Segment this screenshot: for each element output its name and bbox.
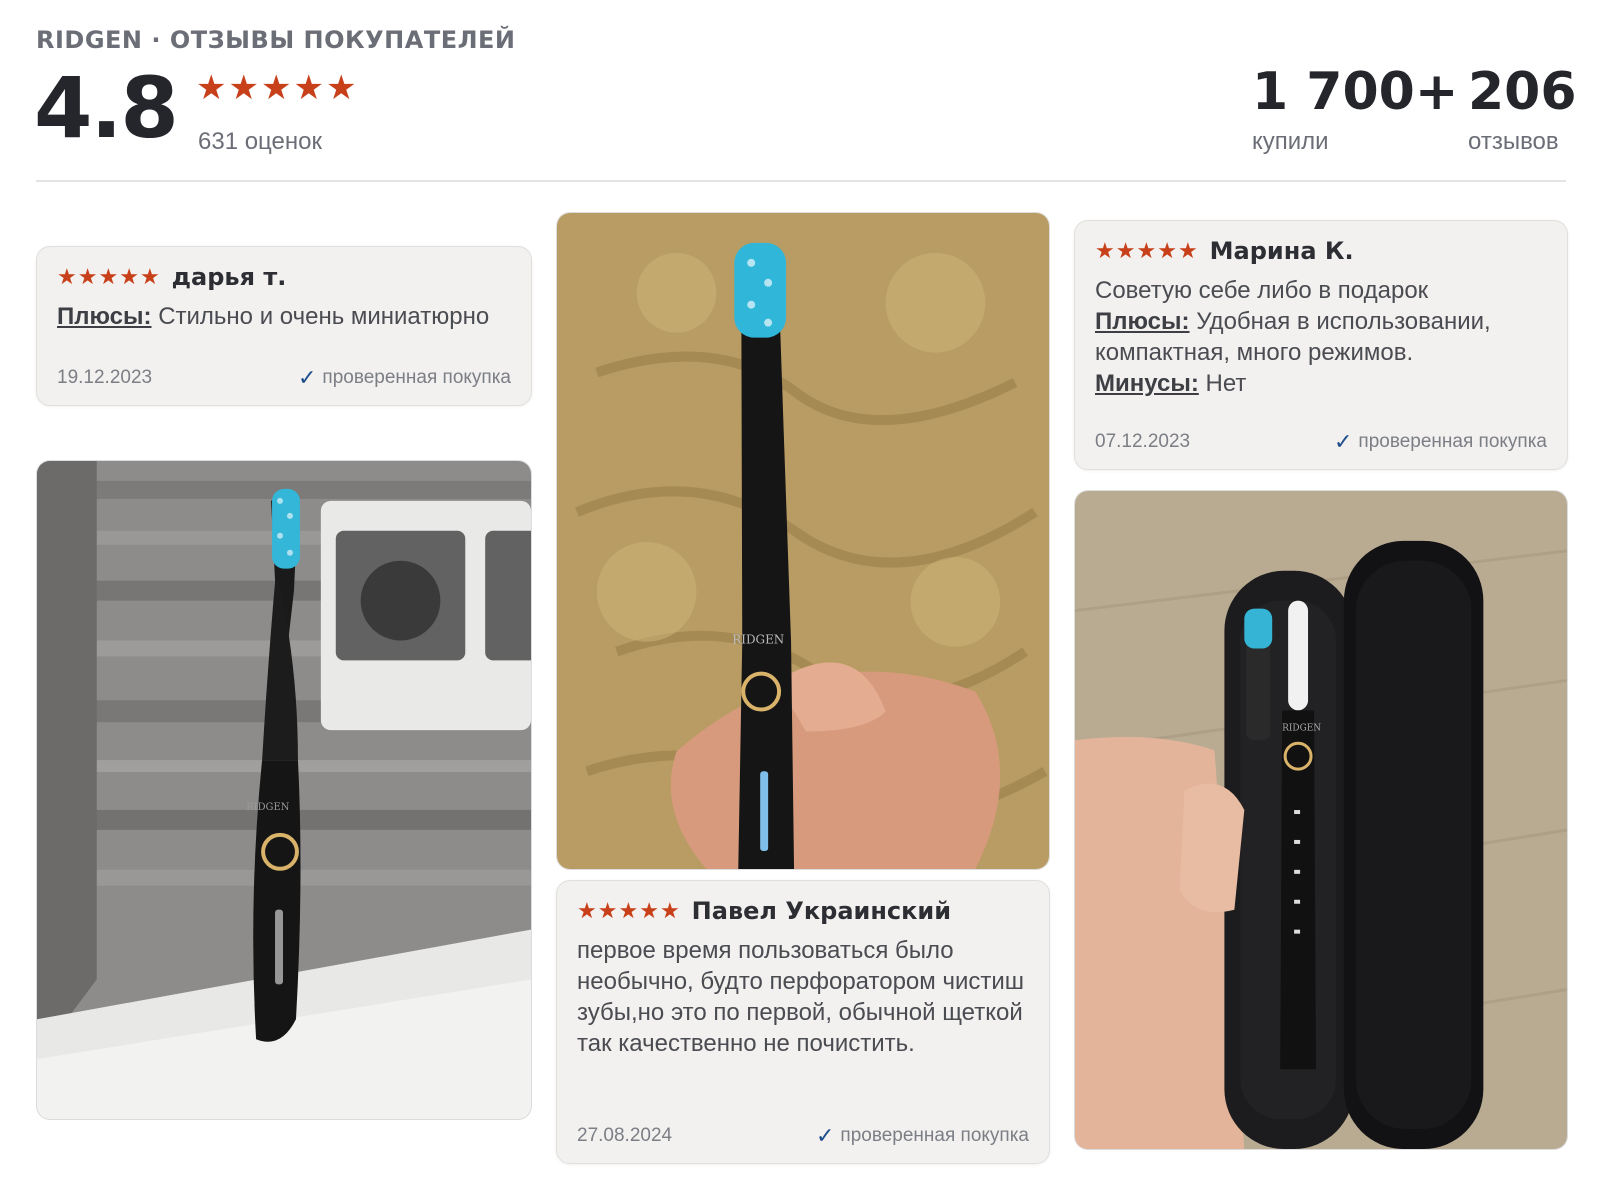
review-author: Павел Украинский: [691, 897, 952, 925]
review-card: ★ ★ ★ ★ ★ Марина К. Советую себе либо в пода…: [1074, 220, 1568, 470]
review-date: 07.12.2023: [1095, 431, 1191, 452]
star-icon: ★: [1095, 238, 1115, 263]
review-card: ★ ★ ★ ★ ★ дарья т. Плюсы: Стильно и очень ми…: [36, 246, 532, 406]
bought-label: купили: [1252, 128, 1329, 155]
star-icon: ★: [293, 69, 324, 107]
cons-text: Нет: [1205, 370, 1247, 397]
review-author: Марина К.: [1209, 237, 1354, 265]
review-card: ★ ★ ★ ★ ★ Павел Украинский первое время поль…: [556, 880, 1050, 1164]
bought-value: 1 700+: [1252, 62, 1459, 122]
star-icon: ★: [577, 898, 597, 923]
bought-stat: 1 700+ купили: [1252, 62, 1458, 156]
toothbrush-hand-image: RIDGEN: [557, 213, 1049, 869]
page-title: RIDGEN · ОТЗЫВЫ ПОКУПАТЕЛЕЙ: [36, 26, 516, 54]
verified-badge: ✓ проверенная покупка: [298, 365, 511, 391]
header-divider: [36, 180, 1566, 182]
rating-stars: ★ ★ ★ ★ ★: [196, 70, 356, 106]
check-icon: ✓: [815, 1123, 835, 1148]
review-date: 19.12.2023: [57, 367, 153, 388]
brand-mark: RIDGEN: [246, 802, 290, 813]
verified-badge: ✓ проверенная покупка: [816, 1123, 1029, 1149]
review-photo[interactable]: RIDGEN: [556, 212, 1050, 870]
star-icon: ★: [1115, 238, 1136, 263]
star-icon: ★: [77, 264, 98, 289]
review-date: 27.08.2024: [577, 1125, 673, 1146]
star-icon: ★: [597, 898, 618, 923]
star-icon: ★: [260, 69, 292, 107]
review-author: дарья т.: [171, 263, 287, 291]
verified-label: проверенная покупка: [322, 367, 511, 388]
review-stars: ★ ★ ★ ★ ★: [57, 266, 160, 288]
pros-label: Плюсы:: [57, 303, 152, 330]
review-text: первое время пользоваться было необычно,…: [577, 937, 1024, 1057]
check-icon: ✓: [1333, 429, 1353, 454]
star-icon: ★: [119, 264, 139, 289]
toothbrush-case-image: RIDGEN: [1075, 491, 1567, 1149]
star-icon: ★: [659, 898, 680, 923]
star-icon: ★: [618, 898, 639, 923]
star-icon: ★: [1177, 238, 1198, 263]
verified-label: проверенная покупка: [1358, 431, 1547, 452]
reviews-value: 206: [1468, 62, 1577, 122]
review-stars: ★ ★ ★ ★ ★: [1095, 240, 1198, 262]
star-icon: ★: [1157, 238, 1177, 263]
star-icon: ★: [639, 898, 659, 923]
reviews-stat: 206 отзывов: [1468, 62, 1577, 156]
ratings-count: 631 оценок: [198, 128, 322, 155]
reviews-label: отзывов: [1468, 128, 1559, 155]
toothbrush-bathroom-image: RIDGEN: [37, 461, 531, 1119]
star-icon: ★: [139, 264, 160, 289]
star-icon: ★: [57, 264, 77, 289]
star-icon: ★: [228, 69, 259, 107]
review-stars: ★ ★ ★ ★ ★: [577, 900, 680, 922]
verified-badge: ✓ проверенная покупка: [1334, 429, 1547, 455]
cons-label: Минусы:: [1095, 370, 1199, 397]
review-text: Советую себе либо в подарок Плюсы: Удобн…: [1095, 275, 1547, 399]
brand-mark: RIDGEN: [1282, 723, 1321, 733]
pros-text: Стильно и очень миниатюрно: [158, 303, 490, 330]
star-icon: ★: [196, 69, 227, 107]
star-icon: ★: [1136, 238, 1157, 263]
review-comment: Советую себе либо в подарок: [1095, 277, 1429, 304]
verified-label: проверенная покупка: [840, 1125, 1029, 1146]
check-icon: ✓: [297, 365, 317, 390]
brand-mark: RIDGEN: [732, 633, 784, 647]
average-rating: 4.8: [34, 59, 179, 157]
review-photo[interactable]: RIDGEN: [36, 460, 532, 1120]
star-icon: ★: [325, 69, 357, 107]
pros-label: Плюсы:: [1095, 308, 1190, 335]
star-icon: ★: [98, 264, 119, 289]
review-photo[interactable]: RIDGEN: [1074, 490, 1568, 1150]
review-text: Плюсы: Стильно и очень миниатюрно: [57, 301, 511, 332]
